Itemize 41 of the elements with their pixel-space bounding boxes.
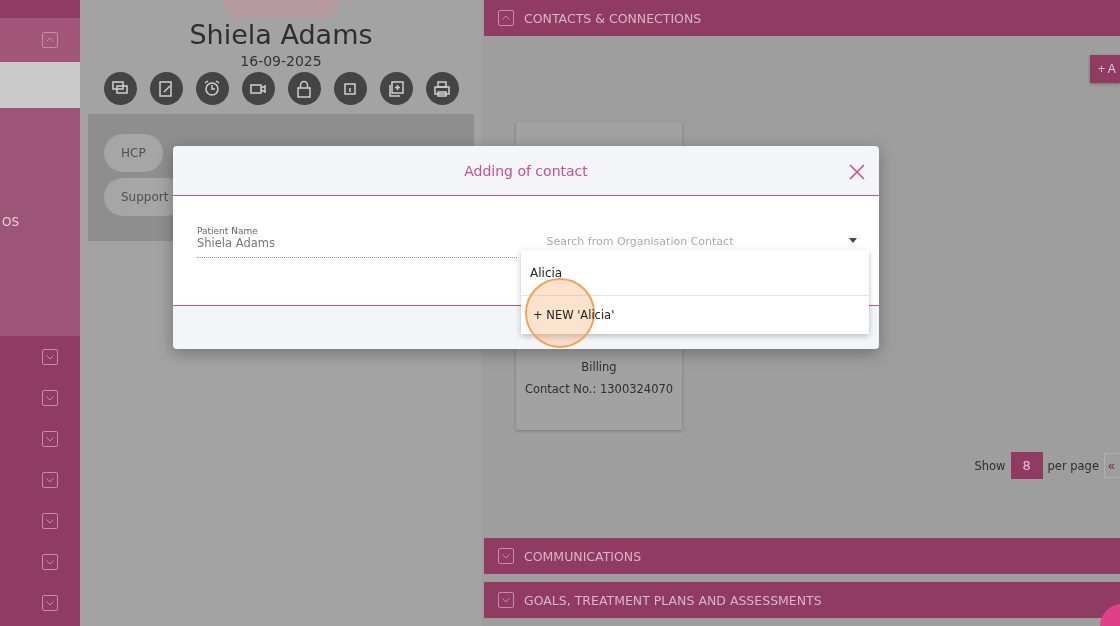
- collapse-icon[interactable]: [498, 10, 514, 26]
- expand-icon[interactable]: [42, 389, 58, 406]
- video-camera-button[interactable]: [241, 72, 275, 105]
- contact-search-field[interactable]: Search from Organisation Contact: [534, 226, 869, 248]
- add-copy-icon: [386, 78, 406, 99]
- close-icon: [847, 162, 867, 182]
- patient-name: Shiela Adams: [189, 18, 373, 52]
- per-page-select[interactable]: 8: [1010, 452, 1043, 479]
- per-page-label: per page: [1047, 458, 1099, 473]
- expand-icon[interactable]: [498, 548, 514, 564]
- expand-icon[interactable]: [42, 471, 58, 488]
- section-header[interactable]: CONTACTS & CONNECTIONS: [484, 0, 1120, 36]
- section-header[interactable]: COMMUNICATIONS: [484, 538, 1120, 574]
- expand-icon[interactable]: [42, 348, 58, 365]
- patient-name-field[interactable]: Patient Name Shiela Adams: [197, 226, 517, 258]
- note-edit-button[interactable]: [149, 72, 183, 105]
- expand-icon[interactable]: [42, 512, 58, 529]
- close-button[interactable]: [847, 162, 867, 182]
- card-text: Billing: [581, 360, 617, 374]
- add-copy-button[interactable]: [379, 72, 413, 105]
- printer-icon: [432, 78, 452, 99]
- expand-icon[interactable]: [42, 553, 58, 570]
- caret-icon: [849, 238, 857, 243]
- alarm-clock-icon: [202, 78, 222, 99]
- printer-button[interactable]: [425, 72, 459, 105]
- sidebar-label: OS: [2, 215, 20, 229]
- collapse-icon[interactable]: [42, 32, 58, 48]
- expand-icon[interactable]: [42, 594, 58, 611]
- alarm-clock-button[interactable]: [195, 72, 229, 105]
- first-page-button[interactable]: «: [1104, 453, 1120, 478]
- modal-title: Adding of contact: [464, 162, 588, 179]
- add-button[interactable]: + A: [1090, 55, 1120, 83]
- show-label: Show: [974, 458, 1006, 473]
- expand-icon[interactable]: [42, 430, 58, 447]
- card-text: Contact No.: 1300324070: [524, 382, 674, 396]
- chat-button[interactable]: [103, 72, 137, 105]
- patient-date: 16-09-2025: [240, 52, 322, 70]
- search-input[interactable]: Alicia: [521, 250, 869, 296]
- expand-icon[interactable]: [498, 592, 514, 608]
- tag-chip[interactable]: HCP: [104, 134, 163, 172]
- section-header[interactable]: GOALS, TREATMENT PLANS AND ASSESSMENTS: [484, 582, 1120, 618]
